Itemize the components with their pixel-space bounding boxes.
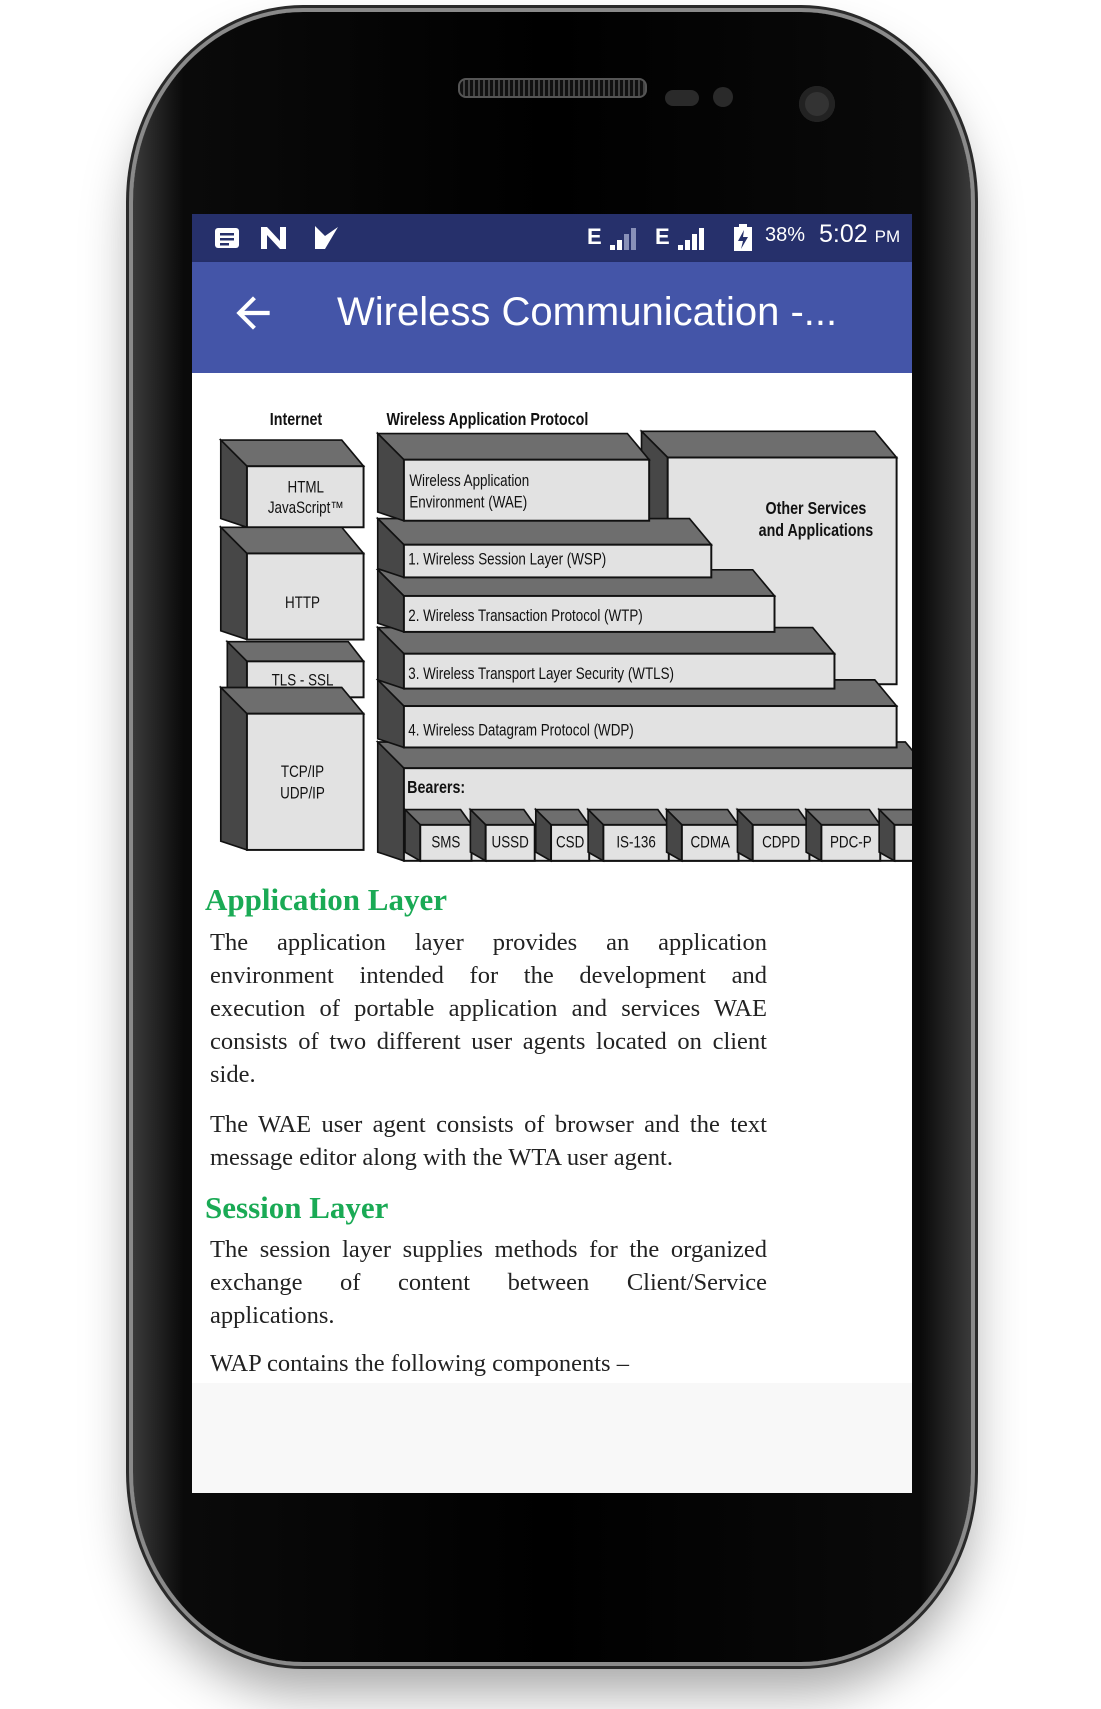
signal-icon-2	[678, 228, 704, 250]
wap-label: Wireless Application Protocol	[386, 411, 588, 430]
wsp-label: 1. Wireless Session Layer (WSP)	[408, 550, 606, 569]
clock: 5:02 PM	[819, 220, 900, 249]
sensor	[713, 87, 733, 107]
bearer-box	[893, 823, 912, 862]
paragraph: The session layer supplies methods for t…	[210, 1236, 767, 1329]
page-title: Wireless Communication -...	[337, 290, 838, 334]
section-heading: Session Layer	[205, 1190, 389, 1225]
battery-charging-icon	[734, 224, 752, 251]
sensor	[665, 90, 699, 106]
paragraph: WAP contains the following components –	[210, 1350, 629, 1377]
network-type-1: E	[587, 224, 602, 249]
other-services-label: and Applications	[759, 522, 874, 541]
clock-time: 5:02	[819, 220, 868, 248]
bearer-label: USSD	[492, 834, 529, 853]
content-area: Internet Wireless Application Protocol HTM…	[192, 373, 912, 1383]
other-services-box-top	[639, 430, 899, 459]
screen: E E 38% 5:02 PM Wireless Communication -…	[192, 214, 912, 1493]
bearer-label: CSD	[556, 834, 584, 853]
bearer-label: CDMA	[690, 834, 729, 853]
tls-box-top	[225, 640, 366, 663]
wae-label: Environment (WAE)	[409, 493, 527, 512]
check-app-icon	[315, 226, 338, 249]
bearer-label: IS-136	[616, 834, 655, 853]
bearer-label: PDC-P	[830, 834, 872, 853]
bearer-label: SMS	[431, 834, 460, 853]
paragraph: The WAE user agent consists of browser a…	[210, 1111, 767, 1171]
bearers-label: Bearers:	[407, 779, 465, 798]
http-label: HTTP	[285, 594, 320, 613]
javascript-label: JavaScript™	[268, 499, 344, 518]
speaker-grill	[458, 78, 647, 98]
tcp-ip-label: TCP/IP	[281, 763, 324, 782]
app-bar: Wireless Communication -...	[192, 262, 912, 373]
notes-icon	[215, 228, 239, 248]
network-type-2: E	[655, 224, 670, 249]
battery-percent: 38%	[765, 224, 806, 246]
wsp-box-top	[375, 517, 714, 546]
html-label: HTML	[288, 478, 324, 497]
wdp-label: 4. Wireless Datagram Protocol (WDP)	[408, 721, 634, 740]
status-bar: E E 38% 5:02 PM	[192, 214, 912, 262]
arrow-left-icon[interactable]	[228, 288, 278, 338]
udp-ip-label: UDP/IP	[280, 784, 325, 803]
internet-label: Internet	[270, 411, 323, 430]
section-heading: Application Layer	[205, 882, 447, 917]
wae-box-top	[375, 432, 651, 461]
clock-ampm: PM	[874, 227, 901, 246]
other-services-label: Other Services	[765, 500, 866, 519]
wae-label: Wireless Application	[409, 472, 529, 491]
signal-icon-1	[610, 228, 636, 250]
tcp-box-side	[219, 685, 248, 852]
front-camera	[799, 86, 835, 122]
wap-architecture-diagram: Internet Wireless Application Protocol HTM…	[213, 403, 912, 863]
n-app-icon	[261, 227, 286, 249]
bearer-label: CDPD	[762, 834, 800, 853]
tls-ssl-label: TLS - SSL	[272, 671, 334, 690]
tcp-box	[245, 712, 365, 851]
wtp-label: 2. Wireless Transaction Protocol (WTP)	[408, 607, 642, 626]
wtls-label: 3. Wireless Transport Layer Security (WT…	[408, 665, 674, 684]
paragraph: The application layer provides an applic…	[210, 929, 767, 1088]
